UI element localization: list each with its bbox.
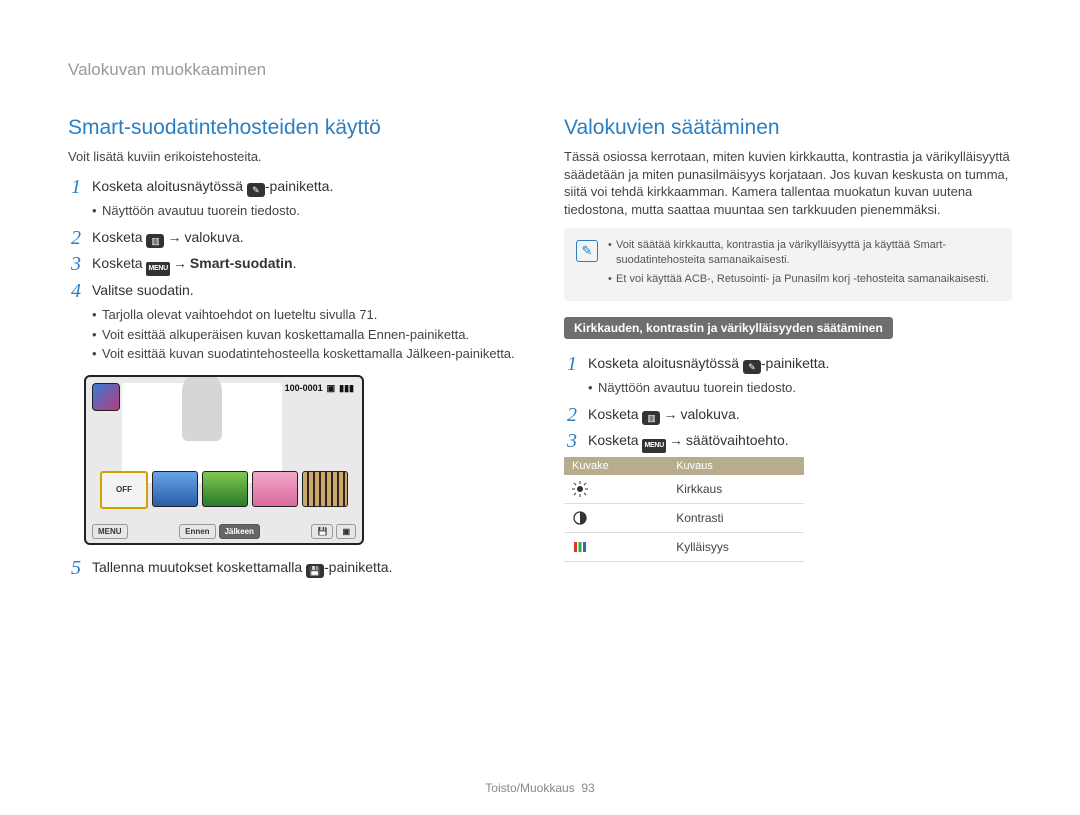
filter-thumb[interactable] [302,471,348,507]
saturation-icon [572,539,588,555]
right-step-3: Kosketa MENU→säätövaihtoehto. [588,430,1012,453]
table-header-icon: Kuvake [564,457,668,475]
filter-thumb[interactable] [252,471,298,507]
info-box: ✎ Voit säätää kirkkautta, kontrastia ja … [564,228,1012,301]
step-number: 3 [68,253,84,275]
page-footer: Toisto/Muokkaus 93 [68,761,1012,795]
table-cell-label: Kontrasti [668,504,804,533]
left-column: Smart-suodatintehosteiden käyttö Voit li… [68,116,516,761]
menu-icon: MENU [146,262,169,276]
step-3: Kosketa MENU→Smart-suodatin. [92,253,516,276]
table-row: Kirkkaus [564,475,804,504]
brightness-icon [572,481,588,497]
info-icon: ✎ [576,240,598,262]
preview-subject [182,375,222,441]
right-step-1-sub: Näyttöön avautuu tuorein tiedosto. [588,379,1012,397]
right-step-1: Kosketa aloitusnäytössä ✎-painiketta. [588,353,1012,374]
icon-table: Kuvake Kuvaus Kirkkaus Kontrasti [564,457,804,562]
arrow-icon: → [167,229,181,245]
right-step-2: Kosketa ▥→valokuva. [588,404,1012,425]
camera-screenshot: 100-0001 ▣ ▮▮▮ OFF MENU Enne [84,375,364,545]
filter-thumb[interactable] [202,471,248,507]
filter-thumb[interactable] [152,471,198,507]
right-heading: Valokuvien säätäminen [564,116,1012,140]
step-number: 1 [564,353,580,375]
info-item: Voit säätää kirkkautta, kontrastia ja vä… [608,238,1000,268]
share-icon-button[interactable]: ▣ [336,524,356,539]
step-number: 2 [564,404,580,426]
info-item: Et voi käyttää ACB-, Retusointi- ja Puna… [608,272,1000,287]
breadcrumb: Valokuvan muokkaaminen [68,60,1012,80]
arrow-icon: → [669,432,683,448]
filter-thumbs: OFF [92,471,356,509]
edit-icon: ▥ [642,411,660,425]
step-number: 2 [68,227,84,249]
before-button[interactable]: Ennen [179,524,215,539]
step-number: 3 [564,430,580,452]
preview-canvas [122,383,282,483]
step-4-sub: Voit esittää kuvan suodatintehosteella k… [92,345,516,363]
save-icon: 💾 [306,564,324,578]
step-number: 4 [68,280,84,302]
right-intro: Tässä osiossa kerrotaan, miten kuvien ki… [564,148,1012,218]
menu-button[interactable]: MENU [92,524,128,539]
menu-icon: MENU [642,439,665,453]
step-number: 1 [68,176,84,198]
sub-heading: Kirkkauden, kontrastin ja värikylläisyyd… [564,317,893,339]
step-1-sub: Näyttöön avautuu tuorein tiedosto. [92,202,516,220]
after-button[interactable]: Jälkeen [219,524,260,539]
share-icon: ▣ [327,383,336,394]
step-5: Tallenna muutokset koskettamalla 💾-paini… [92,557,516,578]
step-number: 5 [68,557,84,579]
arrow-icon: → [173,255,187,271]
save-icon-button[interactable]: 💾 [311,524,333,539]
step-1: Kosketa aloitusnäytössä ✎-painiketta. [92,176,516,197]
palette-icon: ✎ [743,360,761,374]
filter-off-thumb[interactable]: OFF [100,471,148,509]
edit-icon: ▥ [146,234,164,248]
contrast-icon [572,510,588,526]
arrow-icon: → [663,406,677,422]
step-4: Valitse suodatin. [92,280,516,301]
table-header-desc: Kuvaus [668,457,804,475]
left-heading: Smart-suodatintehosteiden käyttö [68,116,516,140]
palette-icon: ✎ [247,183,265,197]
step-2: Kosketa ▥→valokuva. [92,227,516,248]
right-column: Valokuvien säätäminen Tässä osiossa kerr… [564,116,1012,761]
image-counter: 100-0001 [285,383,323,393]
left-intro: Voit lisätä kuviin erikoistehosteita. [68,148,516,166]
table-cell-label: Kylläisyys [668,533,804,562]
table-row: Kontrasti [564,504,804,533]
table-row: Kylläisyys [564,533,804,562]
step-4-sub: Tarjolla olevat vaihtoehdot on lueteltu … [92,306,516,324]
smart-filter-icon [92,383,120,411]
step-4-sub: Voit esittää alkuperäisen kuvan kosketta… [92,326,516,344]
battery-icon: ▮▮▮ [339,383,354,394]
table-cell-label: Kirkkaus [668,475,804,504]
